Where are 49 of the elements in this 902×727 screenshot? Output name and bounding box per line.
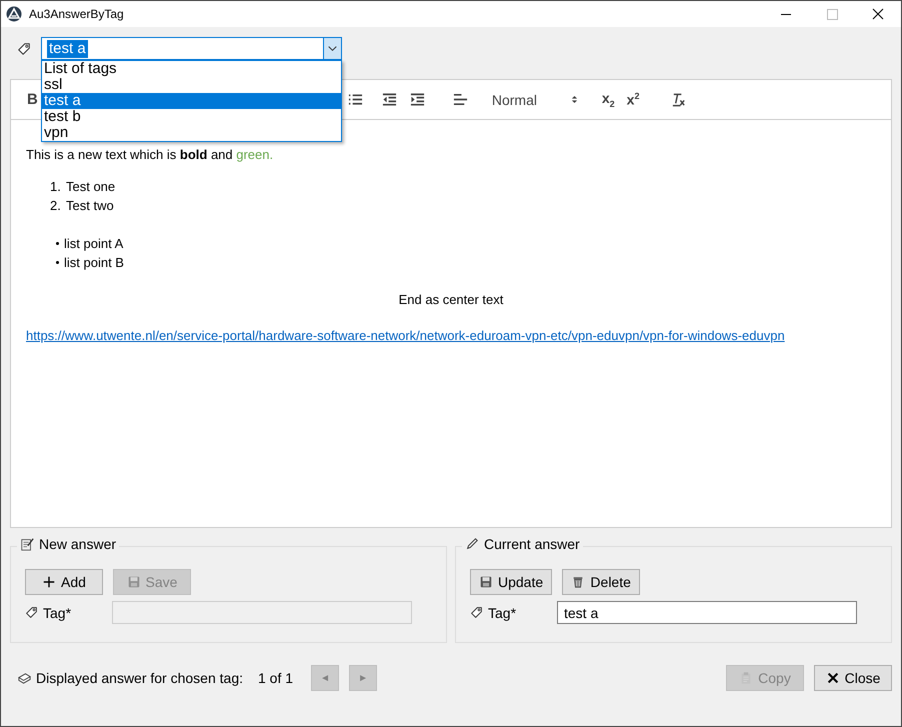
list-number: 1. [50,178,62,196]
window-title: Au3AnswerByTag [29,7,125,21]
app-icon [6,6,22,22]
close-button[interactable]: Close [814,665,892,691]
script-button[interactable]: x$^{2}$ [626,91,640,108]
clipboard-icon [739,671,754,685]
list-item-text: Test one [66,178,116,196]
bullet-list-icon[interactable] [348,92,363,107]
add-button[interactable]: Add [25,569,103,595]
list-item-text: list point A [64,235,124,253]
group-title: New answer [39,536,116,552]
script-button[interactable]: x$_{2}$ [602,90,615,109]
heading-select[interactable]: Normal [492,92,578,108]
plus-icon [42,575,56,589]
tag-icon [17,42,31,56]
dropdown-option[interactable]: ssl [42,77,341,93]
field-label: Tag* [43,604,72,620]
list-item-text: list point B [64,254,124,272]
close-icon [826,671,840,685]
bold-button[interactable]: B [27,91,38,108]
books-icon [17,670,32,686]
trash-can-icon [571,575,586,589]
delete-button[interactable]: Delete [562,569,640,595]
indent-icon[interactable] [410,92,425,107]
tag-icon [25,606,38,619]
list-item-text: Test two [66,197,114,215]
group-title: Current answer [484,536,580,552]
save-button[interactable]: Update [470,569,552,595]
sort-arrows-icon [570,95,578,104]
dropdown-option[interactable]: vpn [42,125,341,141]
tag-icon [470,606,483,619]
answer-counter: 1 of 1 [258,670,294,686]
dropdown-option[interactable]: List of tags [42,61,341,77]
bullet-icon [56,261,59,264]
tag-input-field[interactable]: test a [557,601,857,624]
paragraph-text: This is a new text which is bold and green. [26,146,274,164]
field-label: Tag* [488,604,516,620]
centered-text: End as center text [398,292,504,307]
tag-dropdown[interactable]: test a [41,37,342,60]
align-left-icon[interactable] [452,92,468,107]
dropdown-option[interactable]: test a [42,93,341,109]
dropdown-option[interactable]: test b [42,109,341,125]
status-label: Displayed answer for chosen tag: [36,670,243,686]
outdent-icon[interactable] [382,92,397,107]
bullet-icon [56,242,59,245]
pencil-icon [465,537,479,551]
clear-format-icon[interactable] [671,92,686,107]
url-link[interactable]: https://www.utwente.nl/en/service-portal/hardware-software-network/network-eduroam-vpn-etc/vpn-eduvpn/vpn-for-windows-eduvpn [26,328,785,343]
list-number: 2. [50,197,62,215]
